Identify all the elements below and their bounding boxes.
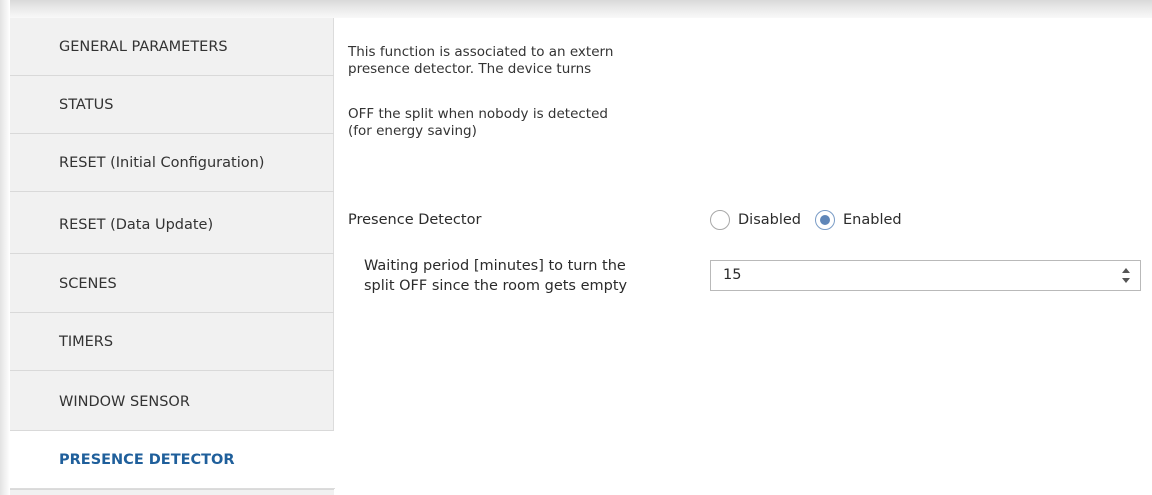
presence-detector-label: Presence Detector (348, 212, 482, 228)
description-text: This function is associated to an extern… (348, 44, 688, 78)
sidebar-item-window-sensor[interactable]: WINDOW SENSOR (10, 373, 334, 431)
sidebar-item-label: TIMERS (59, 333, 114, 350)
waiting-period-value[interactable]: 15 (723, 267, 741, 283)
arrow-down-icon[interactable] (1122, 278, 1130, 283)
sidebar-item-general-parameters[interactable]: GENERAL PARAMETERS (10, 18, 334, 76)
sidebar-item-label: GENERAL PARAMETERS (59, 38, 228, 55)
presence-detector-radio-group: Disabled Enabled (710, 208, 902, 232)
sidebar-item-timers[interactable]: TIMERS (10, 313, 334, 371)
sidebar-item-scenes[interactable]: SCENES (10, 255, 334, 313)
waiting-period-label-line: Waiting period [minutes] to turn the (364, 258, 626, 274)
waiting-period-spinbox[interactable]: 15 (710, 260, 1141, 291)
spinbox-arrows[interactable] (1120, 266, 1132, 286)
waiting-period-label: Waiting period [minutes] to turn the spl… (364, 256, 627, 296)
sidebar: GENERAL PARAMETERS STATUS RESET (Initial… (10, 18, 335, 495)
sidebar-item-presence-detector[interactable]: PRESENCE DETECTOR (10, 431, 335, 489)
arrow-up-icon[interactable] (1122, 268, 1130, 273)
sidebar-item-label: RESET (Data Update) (59, 216, 214, 233)
description-line: This function is associated to an extern (348, 44, 614, 60)
sidebar-item-reset-data-update[interactable]: RESET (Data Update) (10, 196, 334, 254)
sidebar-item-reset-initial-configuration[interactable]: RESET (Initial Configuration) (10, 134, 334, 192)
sidebar-item-label: RESET (Initial Configuration) (59, 154, 265, 171)
radio-enabled-label: Enabled (843, 212, 902, 228)
description-line: presence detector. The device turns (348, 61, 592, 77)
sidebar-item-label: SCENES (59, 275, 117, 292)
parameter-panel: This function is associated to an extern… (334, 18, 1152, 495)
radio-enabled-button[interactable] (815, 210, 835, 230)
description-text: OFF the split when nobody is detected (f… (348, 106, 688, 140)
sidebar-item-status[interactable]: STATUS (10, 76, 334, 134)
sidebar-item-label: STATUS (59, 96, 114, 113)
waiting-period-label-line: split OFF since the room gets empty (364, 278, 628, 294)
parameter-window: GENERAL PARAMETERS STATUS RESET (Initial… (10, 18, 1152, 495)
description-line: (for energy saving) (348, 123, 477, 139)
radio-disabled[interactable]: Disabled (710, 210, 801, 230)
radio-disabled-button[interactable] (710, 210, 730, 230)
window-shadow-left (0, 0, 10, 495)
sidebar-item-label: WINDOW SENSOR (59, 393, 190, 410)
description-line: OFF the split when nobody is detected (348, 106, 608, 122)
radio-enabled[interactable]: Enabled (815, 210, 902, 230)
sidebar-item-label: PRESENCE DETECTOR (59, 451, 235, 468)
sidebar-next-item-edge (10, 489, 334, 495)
radio-disabled-label: Disabled (738, 212, 801, 228)
